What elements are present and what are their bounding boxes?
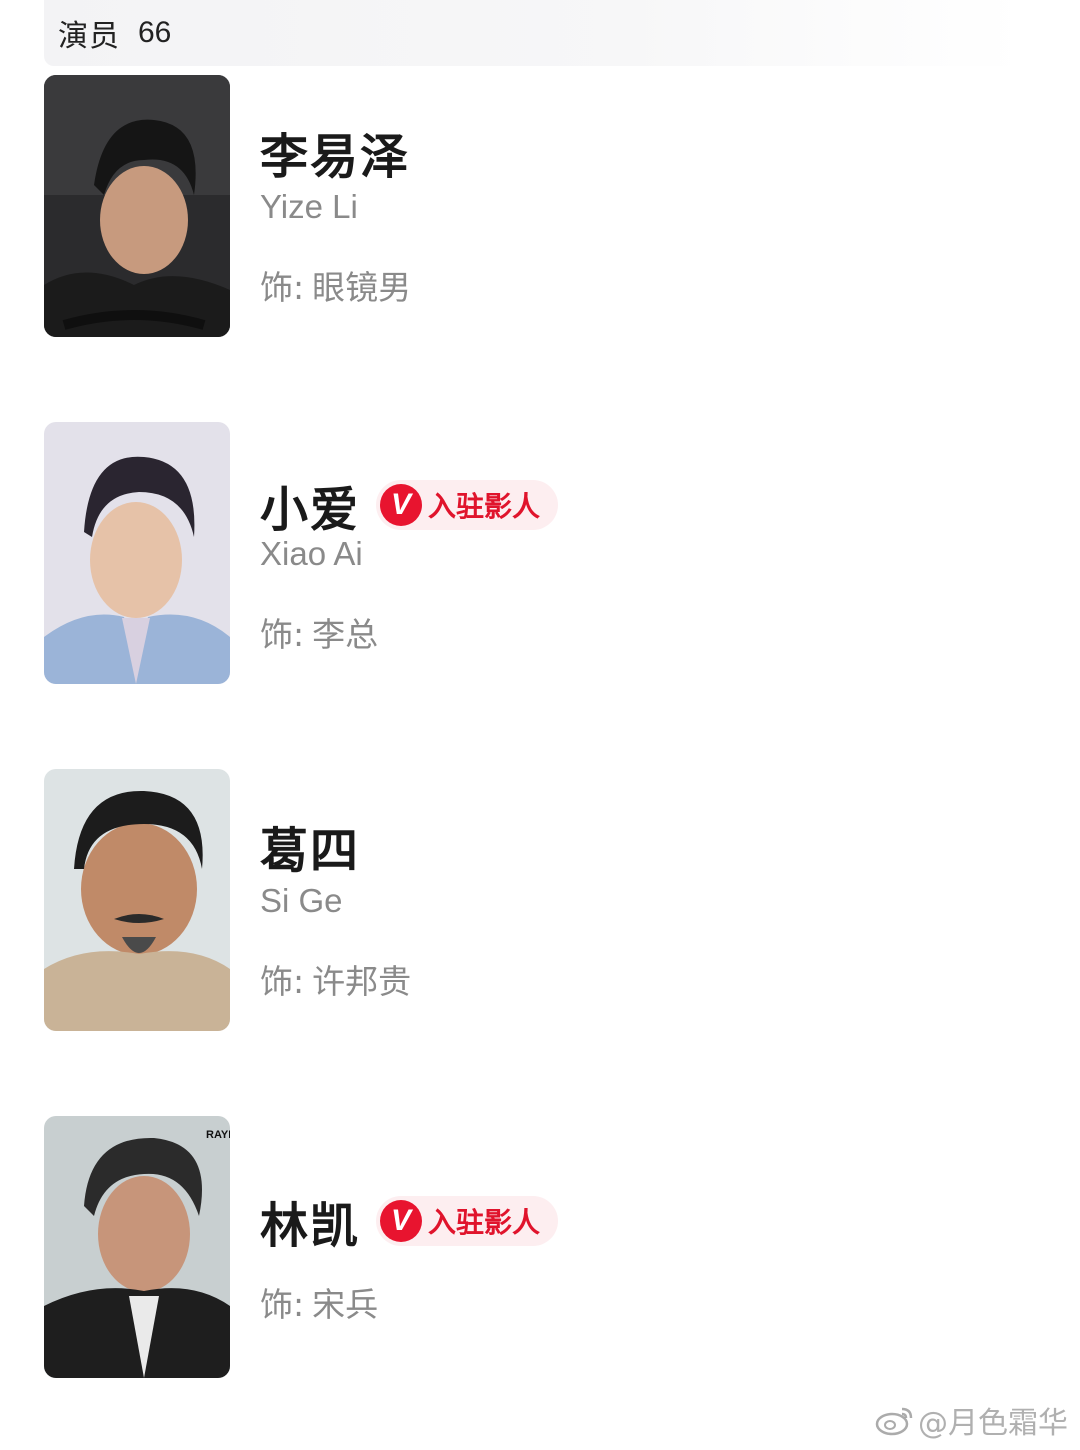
actor-role: 饰: 宋兵 (260, 1278, 378, 1326)
role-prefix: 饰: (260, 268, 305, 307)
role-prefix: 饰: (260, 1285, 305, 1324)
actor-name[interactable]: 林凯 (260, 1186, 360, 1256)
badge-label: 入驻影人 (428, 1206, 541, 1239)
verified-v-icon: V (380, 1200, 423, 1242)
badge-label: 入驻影人 (428, 490, 541, 523)
role-prefix: 饰: (260, 615, 305, 654)
actor-info: 林凯 V 入驻影人 饰: 宋兵 (260, 1116, 1000, 1378)
actor-english-name: Xiao Ai (260, 535, 363, 572)
actor-info: 李易泽 Yize Li 饰: 眼镜男 (260, 75, 1000, 337)
role-name: 许邦贵 (312, 962, 412, 1001)
actor-english-name: Yize Li (260, 188, 358, 225)
actor-name-row: 李易泽 (260, 117, 410, 187)
actor-info: 小爱 V 入驻影人 Xiao Ai 饰: 李总 (260, 422, 1000, 684)
role-name: 李总 (312, 615, 379, 654)
actor-card[interactable]: 葛四 Si Ge 饰: 许邦贵 (44, 769, 1024, 1031)
actor-photo[interactable] (44, 422, 230, 684)
cast-header: 演员 66 (44, 0, 1024, 66)
actor-role: 饰: 李总 (260, 608, 378, 656)
verified-v-icon: V (380, 484, 423, 526)
actor-card[interactable]: RAYI 林凯 V 入驻影人 饰: 宋兵 (44, 1116, 1024, 1378)
verified-filmmaker-badge: V 入驻影人 (376, 480, 559, 530)
weibo-watermark: @月色霜华 (874, 1398, 1068, 1442)
actor-name[interactable]: 李易泽 (260, 117, 410, 187)
actor-role: 饰: 眼镜男 (260, 261, 411, 309)
actor-role: 饰: 许邦贵 (260, 955, 411, 1003)
cast-header-title: 演员 (58, 19, 120, 54)
actor-english-name: Si Ge (260, 882, 343, 919)
actor-card[interactable]: 小爱 V 入驻影人 Xiao Ai 饰: 李总 (44, 422, 1024, 684)
actor-info: 葛四 Si Ge 饰: 许邦贵 (260, 769, 1000, 1031)
actor-name-row: 葛四 (260, 811, 360, 881)
actor-photo[interactable]: RAYI (44, 1116, 230, 1378)
weibo-icon (875, 1407, 913, 1436)
actor-card[interactable]: 李易泽 Yize Li 饰: 眼镜男 (44, 75, 1024, 337)
role-name: 眼镜男 (312, 268, 412, 307)
photo-corner-text: RAYI (206, 1129, 230, 1141)
actor-name[interactable]: 葛四 (260, 811, 360, 881)
actor-photo[interactable] (44, 769, 230, 1031)
actor-name-row: 小爱 V 入驻影人 (260, 470, 559, 540)
cast-list-page: 演员 66 李易泽 Yize Li 饰: 眼镜男 小爱 V 入驻影人 Xiao … (0, 0, 1080, 1450)
watermark-text: @月色霜华 (918, 1406, 1068, 1441)
cast-count: 66 (138, 16, 172, 49)
actor-name[interactable]: 小爱 (260, 470, 360, 540)
actor-name-row: 林凯 V 入驻影人 (260, 1186, 559, 1256)
role-name: 宋兵 (312, 1285, 379, 1324)
verified-filmmaker-badge: V 入驻影人 (376, 1196, 559, 1246)
role-prefix: 饰: (260, 962, 305, 1001)
actor-photo[interactable] (44, 75, 230, 337)
